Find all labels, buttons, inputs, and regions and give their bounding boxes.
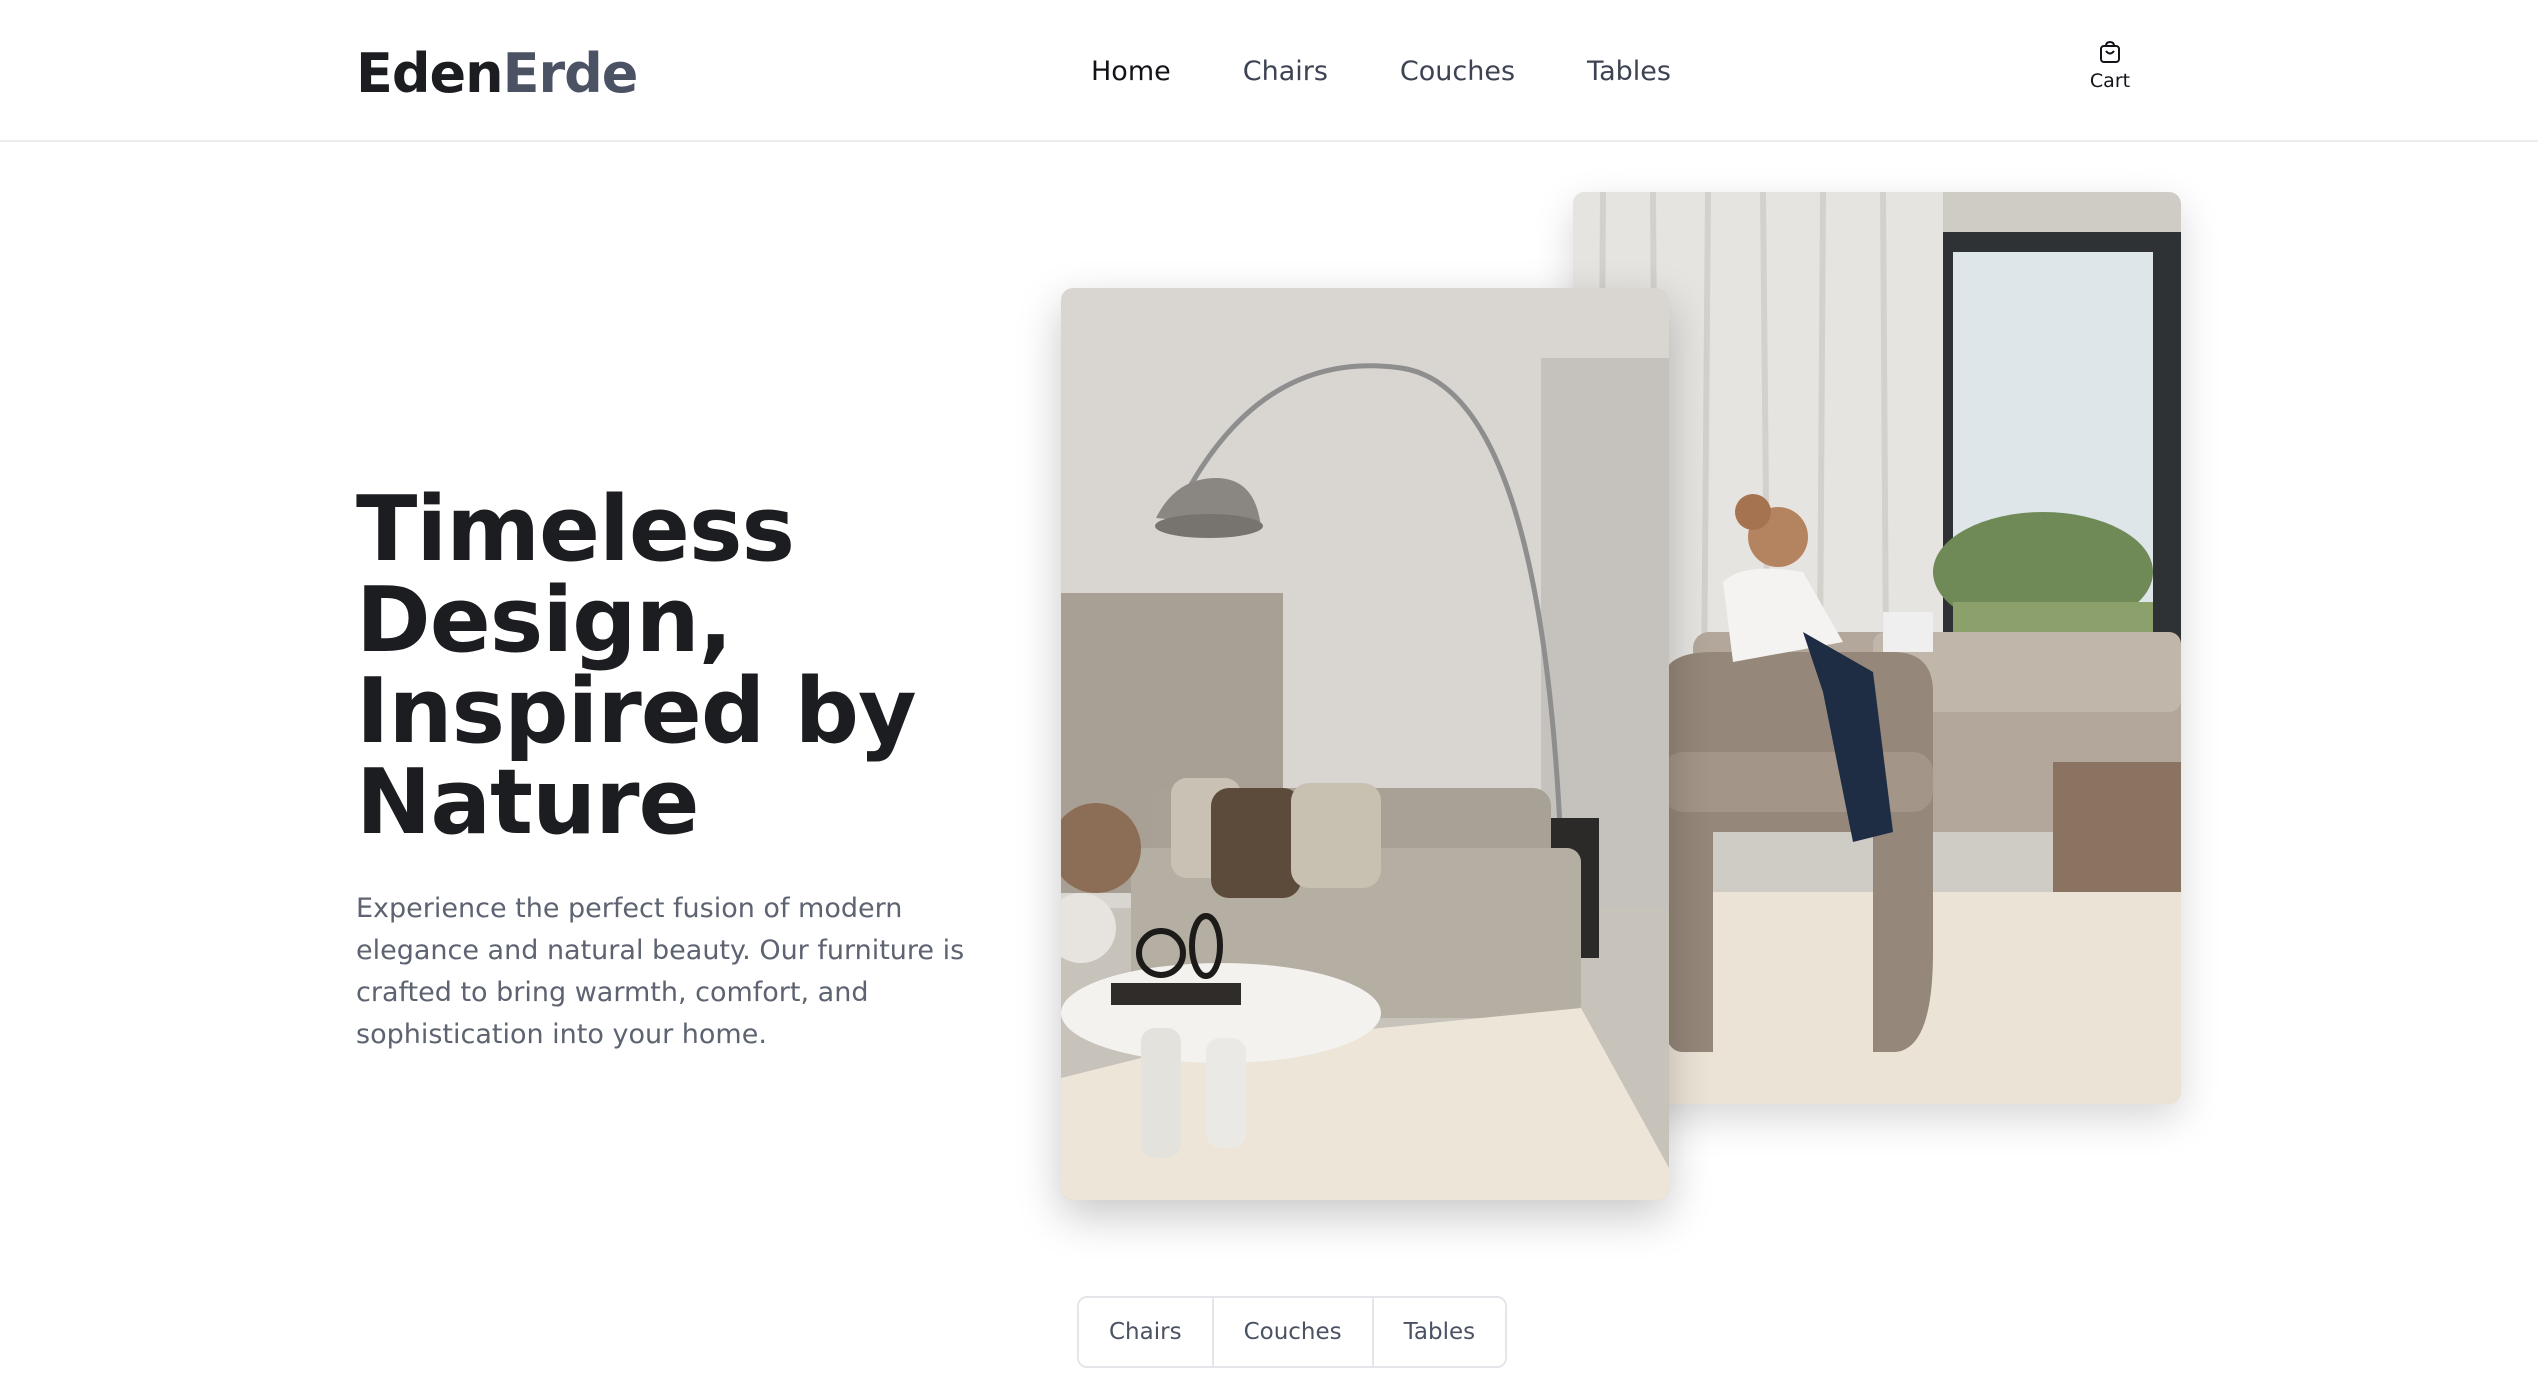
nav-item-chairs[interactable]: Chairs bbox=[1243, 50, 1328, 94]
hero-title-line: Inspired by bbox=[356, 659, 917, 764]
nav-item-couches[interactable]: Couches bbox=[1400, 50, 1515, 94]
main-nav: Home Chairs Couches Tables bbox=[1091, 50, 1743, 94]
category-tabs: Chairs Couches Tables bbox=[1077, 1296, 1508, 1368]
hero-title-line: Design, bbox=[356, 568, 733, 673]
hero-title-line: Timeless bbox=[356, 477, 795, 582]
brand-name-part2: Erde bbox=[502, 42, 639, 105]
shopping-bag-icon bbox=[2100, 40, 2120, 63]
living-room-with-arc-lamp-photo bbox=[1061, 288, 1669, 1200]
site-header: EdenErde Home Chairs Couches Tables Cart bbox=[0, 0, 2538, 142]
tab-couches[interactable]: Couches bbox=[1213, 1298, 1374, 1366]
brand-name-part1: Eden bbox=[356, 42, 504, 105]
hero-title: Timeless Design, Inspired by Nature bbox=[356, 484, 917, 848]
hero-description: Experience the perfect fusion of modern … bbox=[356, 893, 965, 1050]
brand-logo[interactable]: EdenErde bbox=[356, 38, 639, 110]
tab-chairs[interactable]: Chairs bbox=[1079, 1298, 1214, 1366]
nav-item-home[interactable]: Home bbox=[1091, 50, 1171, 94]
nav-item-tables[interactable]: Tables bbox=[1587, 50, 1671, 94]
hero-title-line: Nature bbox=[356, 750, 700, 855]
cart-label: Cart bbox=[2089, 70, 2131, 92]
cart-button[interactable]: Cart bbox=[2082, 40, 2138, 92]
tab-tables[interactable]: Tables bbox=[1373, 1298, 1506, 1366]
